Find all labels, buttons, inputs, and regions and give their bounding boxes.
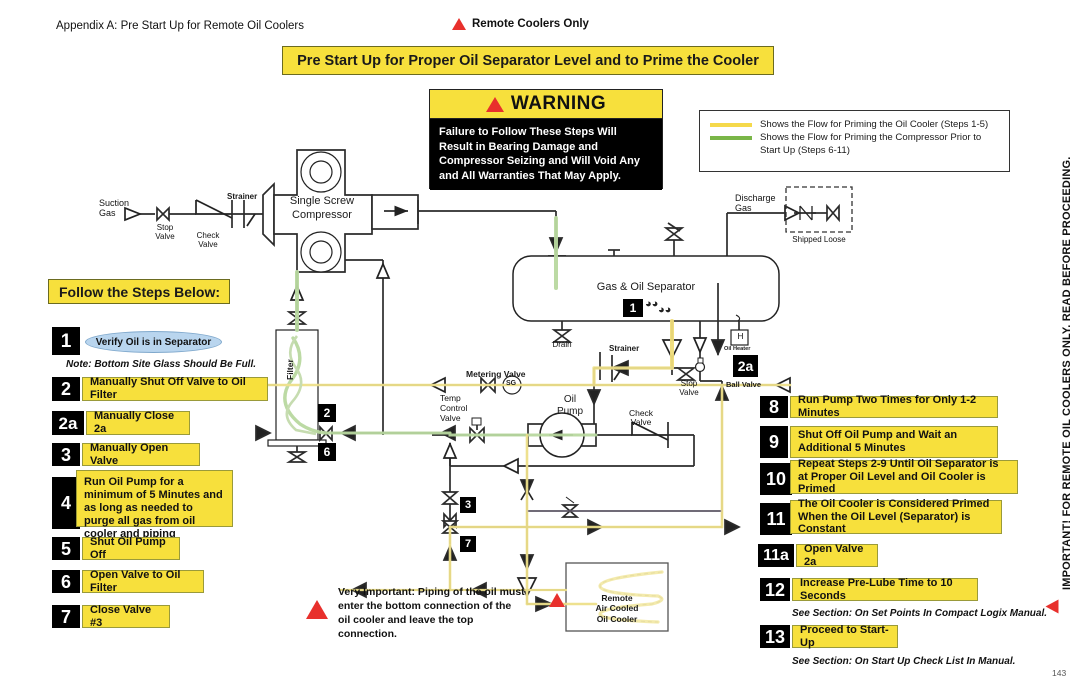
- step-1-note: Note: Bottom Site Glass Should Be Full.: [66, 359, 257, 370]
- note-after-step-13: See Section: On Start Up Check List In M…: [792, 656, 1016, 667]
- red-triangle-icon: [306, 600, 328, 619]
- step-12-label: Increase Pre-Lube Time to 10 Seconds: [792, 577, 978, 602]
- step-11a-label: Open Valve 2a: [796, 543, 878, 568]
- step-number-6: 6: [52, 570, 80, 593]
- red-triangle-icon-cooler: [549, 593, 565, 607]
- metering-valve-label: Metering Valve: [466, 369, 526, 379]
- shipped-loose-label: Shipped Loose: [792, 235, 846, 244]
- step-13-label: Proceed to Start-Up: [792, 624, 898, 649]
- sight-glass-icon: ◕◕: [645, 298, 659, 310]
- suction-gas-label: Suction Gas: [99, 198, 130, 219]
- step-5-label: Shut Oil Pump Off: [82, 536, 180, 561]
- step-8-label: Run Pump Two Times for Only 1-2 Minutes: [790, 394, 998, 419]
- drain-label: Drain: [552, 340, 572, 349]
- step-number-11: 11: [760, 503, 792, 535]
- discharge-gas-label: Discharge Gas: [735, 193, 776, 214]
- step-number-5: 5: [52, 537, 80, 560]
- valve-tag-7: 7: [460, 536, 476, 552]
- step-1-label: Verify Oil is in Separator: [95, 336, 212, 348]
- step-7-label: Close Valve #3: [82, 604, 170, 629]
- valve-tag-3: 3: [460, 497, 476, 513]
- step-9-label: Shut Off Oil Pump and Wait an Additional…: [790, 426, 998, 458]
- stop-valve-1-label: Stop Valve: [155, 223, 175, 241]
- step-number-10: 10: [760, 463, 792, 495]
- very-important-note: Very Important: Piping of the oil must e…: [306, 586, 526, 642]
- compressor-label: Single Screw Compressor: [289, 195, 355, 221]
- step-number-1: 1: [52, 327, 80, 355]
- step-number-8: 8: [760, 396, 788, 418]
- ball-valve-label: Ball Valve: [726, 380, 762, 389]
- cooler-label: Remote Air Cooled Oil Cooler: [595, 593, 639, 624]
- steps-heading: Follow the Steps Below:: [48, 279, 230, 304]
- step-6-label: Open Valve to Oil Filter: [82, 569, 204, 594]
- step-number-2a: 2a: [52, 411, 84, 435]
- check-valve-2-label: Check Valve: [628, 408, 654, 428]
- step-number-3: 3: [52, 443, 80, 466]
- valve-tag-2: 2: [318, 404, 336, 422]
- step-number-13: 13: [760, 625, 790, 648]
- step-2a-label: Manually Close 2a: [86, 410, 190, 435]
- step-3-label: Manually Open Valve: [82, 442, 200, 467]
- step-number-7: 7: [52, 605, 80, 628]
- note-after-step-12: See Section: On Set Points In Compact Lo…: [792, 608, 1048, 619]
- steps-heading-label: Follow the Steps Below:: [59, 283, 221, 300]
- oil-heater-label: Oil Heater: [724, 346, 751, 352]
- step-11-label: The Oil Cooler is Considered Primed When…: [790, 498, 1002, 535]
- oil-pump-label: Oil Pump: [556, 394, 584, 417]
- sight-glass-icon: ◕◕: [658, 304, 672, 316]
- step-number-2: 2: [52, 377, 80, 401]
- strainer-1-label: Strainer: [227, 192, 258, 201]
- separator-label: Gas & Oil Separator: [596, 281, 696, 293]
- step-2-label: Manually Shut Off Valve to Oil Filter: [82, 376, 268, 401]
- step-10-label: Repeat Steps 2-9 Until Oil Separator is …: [790, 458, 1018, 495]
- valve-tag-6: 6: [318, 443, 336, 461]
- strainer-2-label: Strainer: [609, 344, 640, 353]
- check-valve-1-label: Check Valve: [196, 231, 220, 249]
- step-number-11a: 11a: [758, 544, 794, 567]
- step-4-label: Run Oil Pump for a minimum of 5 Minutes …: [76, 470, 233, 540]
- stop-valve-2-label: Stop Valve: [679, 379, 699, 397]
- filter-label: Filter: [285, 359, 295, 380]
- sight-glass-label: SG: [506, 380, 517, 387]
- step-number-9: 9: [760, 426, 788, 458]
- very-important-text: Very Important: Piping of the oil must e…: [338, 586, 525, 640]
- step-number-12: 12: [760, 578, 790, 601]
- step-1-ellipse: Verify Oil is in Separator: [85, 331, 222, 353]
- ball-valve-tag: 2a: [733, 355, 758, 377]
- temp-control-valve-label: Temp Control Valve: [440, 393, 468, 424]
- oil-heater-tag: H: [737, 331, 744, 341]
- separator-step-tag: 1: [623, 299, 643, 317]
